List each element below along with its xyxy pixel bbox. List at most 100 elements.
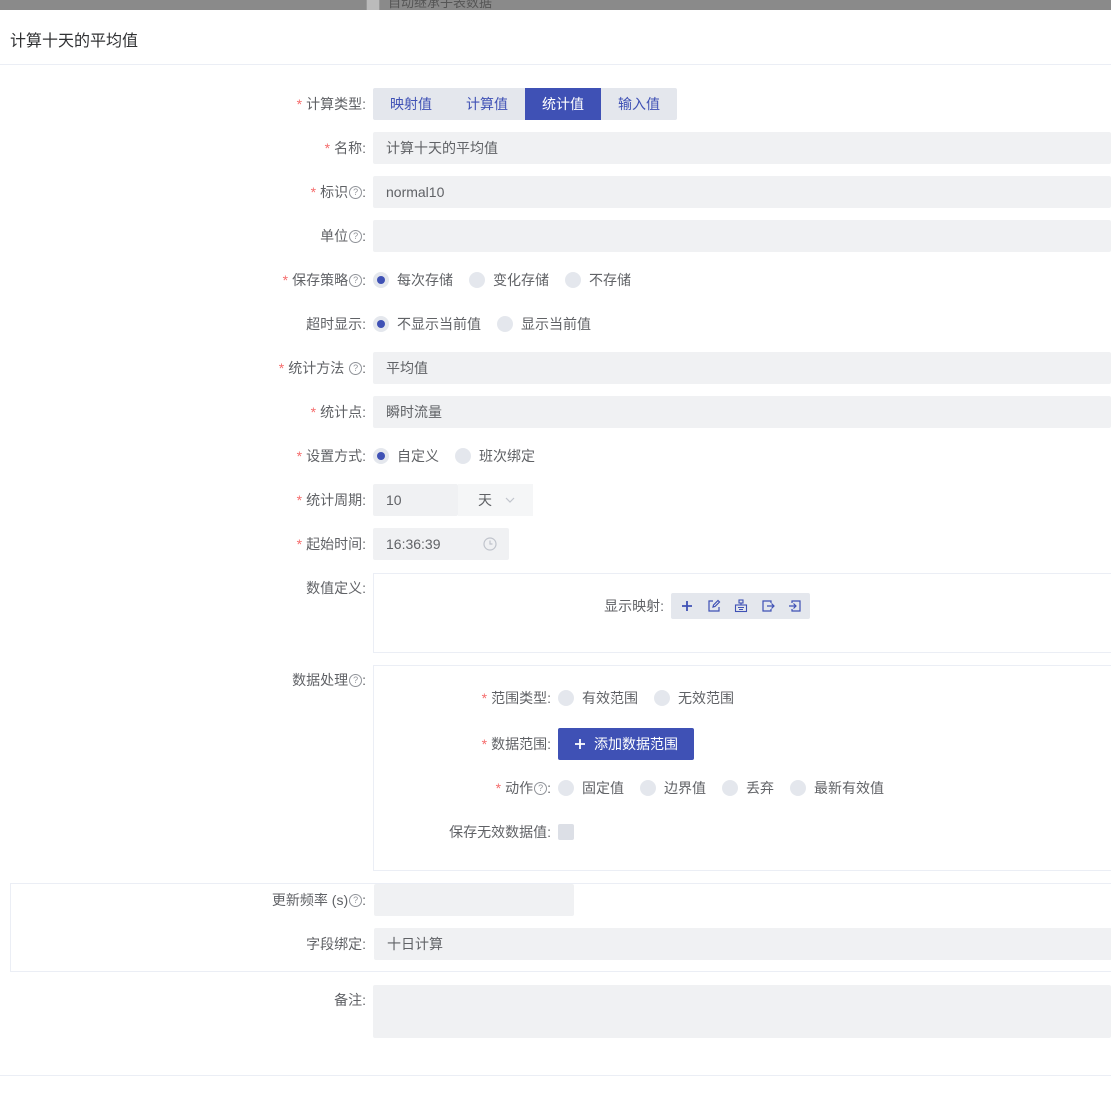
radio-boundary-value[interactable]: 边界值 bbox=[640, 778, 706, 798]
radio-dot bbox=[497, 316, 513, 332]
remark-textarea[interactable] bbox=[373, 985, 1111, 1038]
radio-latest-valid[interactable]: 最新有效值 bbox=[790, 778, 884, 798]
unit-label: 单位?: bbox=[320, 228, 366, 244]
name-label: * 名称: bbox=[324, 140, 366, 156]
timeout-display-label: 超时显示: bbox=[306, 316, 366, 332]
edit-icon[interactable] bbox=[700, 593, 727, 619]
row-stat-point: * 统计点: 瞬时流量 bbox=[0, 396, 1111, 428]
value-def-panel: 显示映射: bbox=[373, 573, 1111, 653]
background-text: 自动继承子表数据 bbox=[366, 0, 492, 10]
radio-valid-range[interactable]: 有效范围 bbox=[558, 688, 638, 708]
display-mapping-label: 显示映射: bbox=[604, 598, 664, 614]
data-processing-label: 数据处理?: bbox=[292, 672, 366, 688]
stat-period-label: * 统计周期: bbox=[296, 492, 366, 508]
start-time-label: * 起始时间: bbox=[296, 536, 366, 552]
radio-discard[interactable]: 丢弃 bbox=[722, 778, 774, 798]
calc-type-option-calculated[interactable]: 计算值 bbox=[449, 88, 525, 120]
stat-period-control: 10 天 bbox=[373, 484, 533, 516]
stat-method-label: * 统计方法 ?: bbox=[278, 360, 366, 376]
calc-type-label: * 计算类型: bbox=[296, 96, 366, 112]
radio-dot bbox=[654, 690, 670, 706]
background-overlay: 自动继承子表数据 bbox=[0, 0, 1111, 10]
help-icon[interactable]: ? bbox=[349, 229, 363, 243]
stat-period-input[interactable]: 10 bbox=[373, 484, 458, 516]
calc-type-segmented: 映射值 计算值 统计值 输入值 bbox=[373, 88, 677, 120]
stat-method-select[interactable]: 平均值 bbox=[373, 352, 1111, 384]
remark-label: 备注: bbox=[334, 992, 366, 1008]
dialog-title: 计算十天的平均值 bbox=[0, 10, 1111, 65]
export-icon[interactable] bbox=[754, 593, 781, 619]
binding-section: 更新频率 (s)?: 字段绑定: 十日计算 bbox=[10, 883, 1111, 972]
radio-hide-current[interactable]: 不显示当前值 bbox=[373, 314, 481, 334]
add-data-range-text: 添加数据范围 bbox=[594, 736, 678, 752]
setting-mode-label: * 设置方式: bbox=[296, 448, 366, 464]
stat-period-unit-select[interactable]: 天 bbox=[458, 484, 533, 516]
radio-save-on-change[interactable]: 变化存储 bbox=[469, 270, 549, 290]
radio-show-current[interactable]: 显示当前值 bbox=[497, 314, 591, 334]
radio-no-save[interactable]: 不存储 bbox=[565, 270, 631, 290]
mapping-toolbar bbox=[671, 593, 810, 619]
hierarchy-icon[interactable] bbox=[727, 593, 754, 619]
radio-dot bbox=[565, 272, 581, 288]
radio-custom[interactable]: 自定义 bbox=[373, 446, 439, 466]
range-type-label: * 范围类型: bbox=[481, 690, 551, 706]
radio-dot bbox=[373, 272, 389, 288]
row-name: * 名称: 计算十天的平均值 bbox=[0, 132, 1111, 164]
radio-fixed-value[interactable]: 固定值 bbox=[558, 778, 624, 798]
update-freq-input[interactable] bbox=[374, 884, 574, 916]
row-stat-method: * 统计方法 ?: 平均值 bbox=[0, 352, 1111, 384]
help-icon[interactable]: ? bbox=[349, 361, 363, 375]
start-time-picker[interactable]: 16:36:39 bbox=[373, 528, 509, 560]
start-time-value: 16:36:39 bbox=[386, 536, 441, 552]
radio-dot bbox=[469, 272, 485, 288]
save-strategy-label: * 保存策略?: bbox=[282, 272, 366, 288]
row-stat-period: * 统计周期: 10 天 bbox=[0, 484, 1111, 516]
radio-save-every[interactable]: 每次存储 bbox=[373, 270, 453, 290]
add-data-range-button[interactable]: 添加数据范围 bbox=[558, 728, 694, 760]
help-icon[interactable]: ? bbox=[349, 893, 363, 907]
identifier-input[interactable]: normal10 bbox=[373, 176, 1111, 208]
row-calc-type: * 计算类型: 映射值 计算值 统计值 输入值 bbox=[0, 88, 1111, 120]
value-def-label: 数值定义: bbox=[306, 580, 366, 596]
row-save-strategy: * 保存策略?: 每次存储 变化存储 不存储 bbox=[0, 264, 1111, 296]
row-timeout-display: 超时显示: 不显示当前值 显示当前值 bbox=[0, 308, 1111, 340]
calc-type-option-mapping[interactable]: 映射值 bbox=[373, 88, 449, 120]
range-type-radio-group: 有效范围 无效范围 bbox=[558, 682, 750, 714]
plus-icon bbox=[575, 739, 585, 749]
identifier-label: * 标识?: bbox=[310, 184, 366, 200]
import-icon[interactable] bbox=[781, 593, 808, 619]
plus-icon[interactable] bbox=[673, 593, 700, 619]
radio-dot bbox=[790, 780, 806, 796]
row-identifier: * 标识?: normal10 bbox=[0, 176, 1111, 208]
radio-dot bbox=[558, 780, 574, 796]
chevron-down-icon bbox=[505, 497, 515, 503]
timeout-display-radio-group: 不显示当前值 显示当前值 bbox=[373, 308, 607, 340]
row-unit: 单位?: bbox=[0, 220, 1111, 252]
radio-dot bbox=[373, 448, 389, 464]
save-strategy-radio-group: 每次存储 变化存储 不存储 bbox=[373, 264, 647, 296]
calc-type-option-input[interactable]: 输入值 bbox=[601, 88, 677, 120]
radio-dot bbox=[640, 780, 656, 796]
field-binding-select[interactable]: 十日计算 bbox=[374, 928, 1111, 960]
stat-period-unit-text: 天 bbox=[478, 492, 492, 508]
setting-mode-radio-group: 自定义 班次绑定 bbox=[373, 440, 551, 472]
row-start-time: * 起始时间: 16:36:39 bbox=[0, 528, 1111, 560]
radio-shift-binding[interactable]: 班次绑定 bbox=[455, 446, 535, 466]
help-icon[interactable]: ? bbox=[349, 673, 363, 687]
save-invalid-checkbox[interactable] bbox=[558, 824, 574, 840]
clock-icon bbox=[483, 537, 497, 551]
name-input[interactable]: 计算十天的平均值 bbox=[373, 132, 1111, 164]
help-icon[interactable]: ? bbox=[349, 273, 363, 287]
unit-input[interactable] bbox=[373, 220, 1111, 252]
calc-type-option-statistic[interactable]: 统计值 bbox=[525, 88, 601, 120]
stat-point-select[interactable]: 瞬时流量 bbox=[373, 396, 1111, 428]
field-binding-label: 字段绑定: bbox=[306, 936, 366, 952]
help-icon[interactable]: ? bbox=[534, 781, 548, 795]
data-range-label: * 数据范围: bbox=[481, 736, 551, 752]
action-label: * 动作?: bbox=[495, 780, 551, 796]
help-icon[interactable]: ? bbox=[349, 185, 363, 199]
update-freq-label: 更新频率 (s)?: bbox=[271, 892, 366, 908]
data-processing-panel: * 范围类型: 有效范围 无效范围 * 数据范围: 添加数据范围 * 动作?: 固定值… bbox=[373, 665, 1111, 871]
radio-dot bbox=[373, 316, 389, 332]
radio-invalid-range[interactable]: 无效范围 bbox=[654, 688, 734, 708]
